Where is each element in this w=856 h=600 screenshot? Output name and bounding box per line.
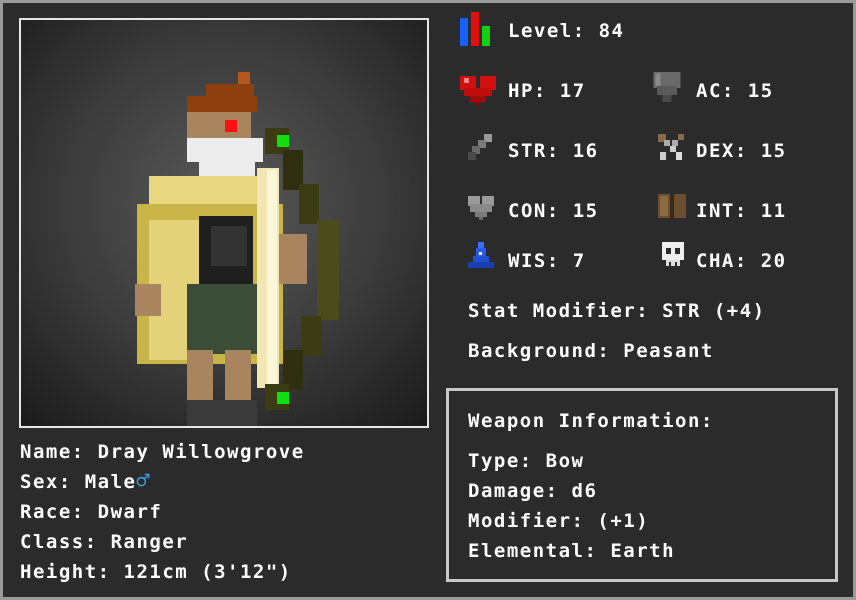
- level-bars-icon: [460, 12, 490, 46]
- cha-label: CHA: 20: [696, 250, 787, 272]
- background-label: Background: Peasant: [468, 340, 714, 362]
- character-name: Name: Dray Willowgrove: [20, 441, 305, 463]
- heart-icon: [460, 76, 496, 106]
- hp-label: HP: 17: [508, 80, 586, 102]
- stat-modifier: Stat Modifier: STR (+4): [468, 300, 766, 322]
- wizard-hat-icon: [468, 242, 494, 268]
- weapon-modifier: Modifier: (+1): [468, 510, 650, 532]
- con-label: CON: 15: [508, 200, 599, 222]
- weapon-elemental: Elemental: Earth: [468, 540, 676, 562]
- character-sex: Sex: Male♂: [20, 469, 150, 494]
- character-class: Class: Ranger: [20, 531, 189, 553]
- character-portrait: [19, 18, 429, 428]
- level-label: Level: 84: [508, 20, 625, 42]
- weapon-type: Type: Bow: [468, 450, 585, 472]
- shield-icon: [653, 71, 681, 103]
- str-label: STR: 16: [508, 140, 599, 162]
- dex-label: DEX: 15: [696, 140, 787, 162]
- character-sex-label: Sex: Male: [20, 471, 137, 493]
- wis-label: WIS: 7: [508, 250, 586, 272]
- ac-label: AC: 15: [696, 80, 774, 102]
- weapon-damage: Damage: d6: [468, 480, 598, 502]
- weapon-info-header: Weapon Information:: [468, 410, 714, 432]
- skull-icon: [662, 242, 684, 266]
- character-race: Race: Dwarf: [20, 501, 163, 523]
- male-symbol-icon: ♂: [136, 469, 150, 494]
- crossed-daggers-icon: [658, 134, 684, 160]
- sword-icon: [468, 134, 492, 160]
- grey-heart-icon: [468, 196, 494, 220]
- character-height: Height: 121cm (3'12"): [20, 561, 292, 583]
- int-label: INT: 11: [696, 200, 787, 222]
- ranger-sprite: [135, 72, 339, 426]
- book-icon: [658, 194, 686, 220]
